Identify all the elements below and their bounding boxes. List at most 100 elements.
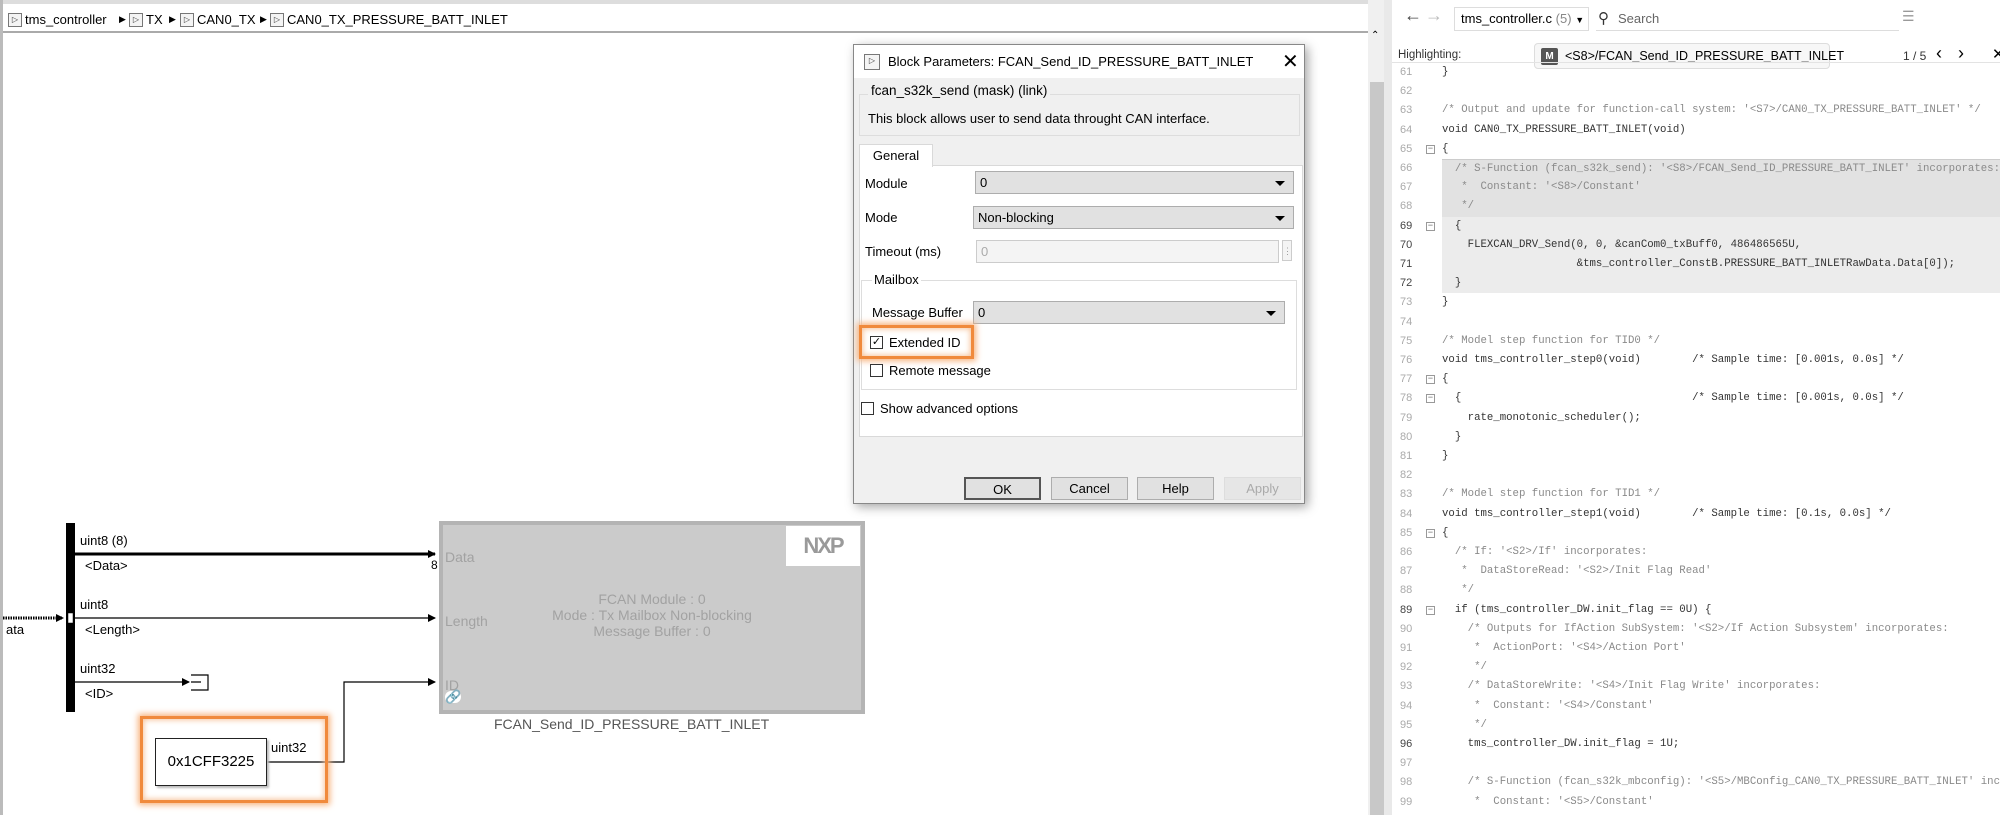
- module-label: Module: [865, 176, 908, 191]
- line-number: 90: [1400, 622, 1413, 635]
- next-match-icon[interactable]: ›: [1958, 43, 1964, 64]
- code-text: rate_monotonic_scheduler();: [1442, 411, 1641, 424]
- code-line: 91 * ActionPort: '<S4>/Action Port': [1392, 639, 2000, 658]
- line-number: 95: [1400, 718, 1413, 731]
- block-name-label[interactable]: FCAN_Send_ID_PRESSURE_BATT_INLET: [494, 716, 769, 732]
- code-line: 72 }: [1392, 274, 2000, 294]
- chevron-down-icon: ▼: [1575, 15, 1585, 25]
- block-icon: ▷: [864, 54, 880, 70]
- code-line: 84 void tms_controller_step1(void) /* Sam…: [1392, 505, 2000, 524]
- line-number: 93: [1400, 680, 1413, 693]
- search-input[interactable]: ⚲ Search: [1596, 7, 1899, 31]
- code-line: 95 */: [1392, 716, 2000, 735]
- line-number: 78: [1400, 392, 1413, 405]
- cancel-button[interactable]: Cancel: [1051, 477, 1128, 500]
- close-highlight-icon[interactable]: ✕: [1992, 45, 2000, 63]
- code-line: 69 − {: [1392, 216, 2000, 236]
- line-number: 61: [1400, 66, 1413, 78]
- line-number: 85: [1400, 526, 1413, 539]
- canvas-scrollbar-thumb[interactable]: [1370, 82, 1384, 815]
- terminator-block: [191, 674, 209, 691]
- code-line: 85 −{: [1392, 524, 2000, 543]
- line-number: 86: [1400, 546, 1413, 558]
- mode-value: Non-blocking: [978, 210, 1054, 225]
- line-number: 72: [1400, 277, 1413, 290]
- scroll-up-icon[interactable]: ⌃: [1371, 30, 1379, 41]
- apply-button[interactable]: Apply: [1224, 477, 1301, 500]
- extended-id-checkbox[interactable]: ✓: [870, 336, 883, 349]
- code-text: */: [1442, 718, 1487, 731]
- fold-toggle-icon[interactable]: −: [1426, 375, 1435, 385]
- code-line: 65 −{: [1392, 140, 2000, 159]
- fold-toggle-icon[interactable]: −: [1426, 221, 1435, 231]
- code-line: 97: [1392, 754, 2000, 773]
- code-text: /* Model step function for TID0 */: [1442, 334, 1661, 347]
- code-text: { /* Sample time: [0.001s, 0.0s] */: [1442, 392, 1904, 405]
- line-number: 71: [1400, 258, 1413, 270]
- code-text: * Constant: '<S5>/Constant': [1442, 795, 1654, 808]
- code-line: 66 /* S-Function (fcan_s32k_send): '<S8>…: [1392, 159, 2000, 180]
- module-value: 0: [980, 175, 988, 190]
- chevron-down-icon: [1275, 181, 1285, 186]
- mask-description: This block allows user to send data thro…: [868, 111, 1210, 126]
- forward-arrow-icon[interactable]: →: [1425, 5, 1443, 26]
- file-selector-dropdown[interactable]: tms_controller.c (5) ▼: [1454, 7, 1589, 31]
- code-text: * Constant: '<S4>/Constant': [1442, 699, 1654, 712]
- code-text: }: [1442, 430, 1462, 443]
- code-text: /* Outputs for IfAction SubSystem: '<S2>…: [1442, 622, 1949, 635]
- show-advanced-checkbox[interactable]: [861, 402, 874, 415]
- back-arrow-icon[interactable]: ←: [1404, 5, 1422, 26]
- code-line: 94 * Constant: '<S4>/Constant': [1392, 697, 2000, 716]
- code-line: 78 − { /* Sample time: [0.001s, 0.0s] */: [1392, 389, 2000, 408]
- code-line: 87 * DataStoreRead: '<S2>/Init Flag Read…: [1392, 562, 2000, 581]
- message-buffer-dropdown[interactable]: 0: [973, 301, 1285, 324]
- line-number: 79: [1400, 411, 1413, 424]
- fold-toggle-icon[interactable]: −: [1426, 394, 1435, 404]
- line-number: 97: [1400, 757, 1413, 770]
- code-text: {: [1442, 142, 1449, 155]
- line-number: 73: [1400, 296, 1413, 309]
- chevron-down-icon: [1275, 216, 1285, 221]
- code-line: 67 * Constant: '<S8>/Constant': [1392, 178, 2000, 198]
- bus-selector-port: [67, 612, 74, 624]
- code-text: * ActionPort: '<S4>/Action Port': [1442, 642, 1686, 654]
- tab-general[interactable]: General: [859, 144, 933, 167]
- mask-title: fcan_s32k_send (mask) (link): [868, 83, 1051, 98]
- line-number: 88: [1400, 584, 1413, 597]
- fcan-send-block[interactable]: Data Length ID FCAN Module : 0 Mode : Tx…: [439, 521, 865, 714]
- close-icon[interactable]: ✕: [1282, 49, 1299, 74]
- dialog-title-bar[interactable]: ▷ Block Parameters: FCAN_Send_ID_PRESSUR…: [854, 45, 1304, 78]
- mode-dropdown[interactable]: Non-blocking: [973, 206, 1294, 229]
- fold-toggle-icon[interactable]: −: [1426, 528, 1435, 538]
- ok-button[interactable]: OK: [964, 477, 1041, 500]
- code-line: 79 rate_monotonic_scheduler();: [1392, 409, 2000, 428]
- timeout-input[interactable]: 0: [976, 240, 1279, 263]
- fold-toggle-icon[interactable]: −: [1426, 605, 1435, 615]
- fold-toggle-icon[interactable]: −: [1426, 144, 1435, 154]
- menu-icon[interactable]: ☰: [1902, 8, 1915, 25]
- code-text: }: [1442, 274, 2000, 294]
- code-text: }: [1442, 296, 1449, 309]
- code-text: */: [1442, 661, 1487, 674]
- code-text: * DataStoreRead: '<S2>/Init Flag Read': [1442, 565, 1712, 578]
- code-text: * Constant: '<S8>/Constant': [1442, 178, 2000, 198]
- line-number: 84: [1400, 507, 1413, 520]
- line-number: 92: [1400, 661, 1413, 674]
- timeout-options-icon[interactable]: ⋮: [1282, 240, 1292, 261]
- code-lines[interactable]: 61} 62 63 /* Output and update for function…: [1392, 63, 2000, 815]
- module-dropdown[interactable]: 0: [975, 171, 1294, 194]
- code-text: {: [1442, 526, 1449, 539]
- previous-match-icon[interactable]: ‹: [1936, 43, 1942, 64]
- help-button[interactable]: Help: [1137, 477, 1214, 500]
- code-line: 75 /* Model step function for TID0 */: [1392, 332, 2000, 351]
- constant-type-label: uint32: [271, 740, 307, 755]
- constant-block[interactable]: 0x1CFF3225: [155, 738, 267, 786]
- file-name: tms_controller.c: [1461, 11, 1553, 26]
- code-line: 81}: [1392, 447, 2000, 466]
- show-advanced-label: Show advanced options: [880, 401, 1019, 416]
- block-text-line: Mode : Tx Mailbox Non-blocking: [552, 607, 752, 623]
- code-text: }: [1442, 66, 1449, 78]
- remote-message-checkbox[interactable]: [870, 364, 883, 377]
- line-number: 62: [1400, 85, 1413, 98]
- search-placeholder: Search: [1618, 11, 1660, 26]
